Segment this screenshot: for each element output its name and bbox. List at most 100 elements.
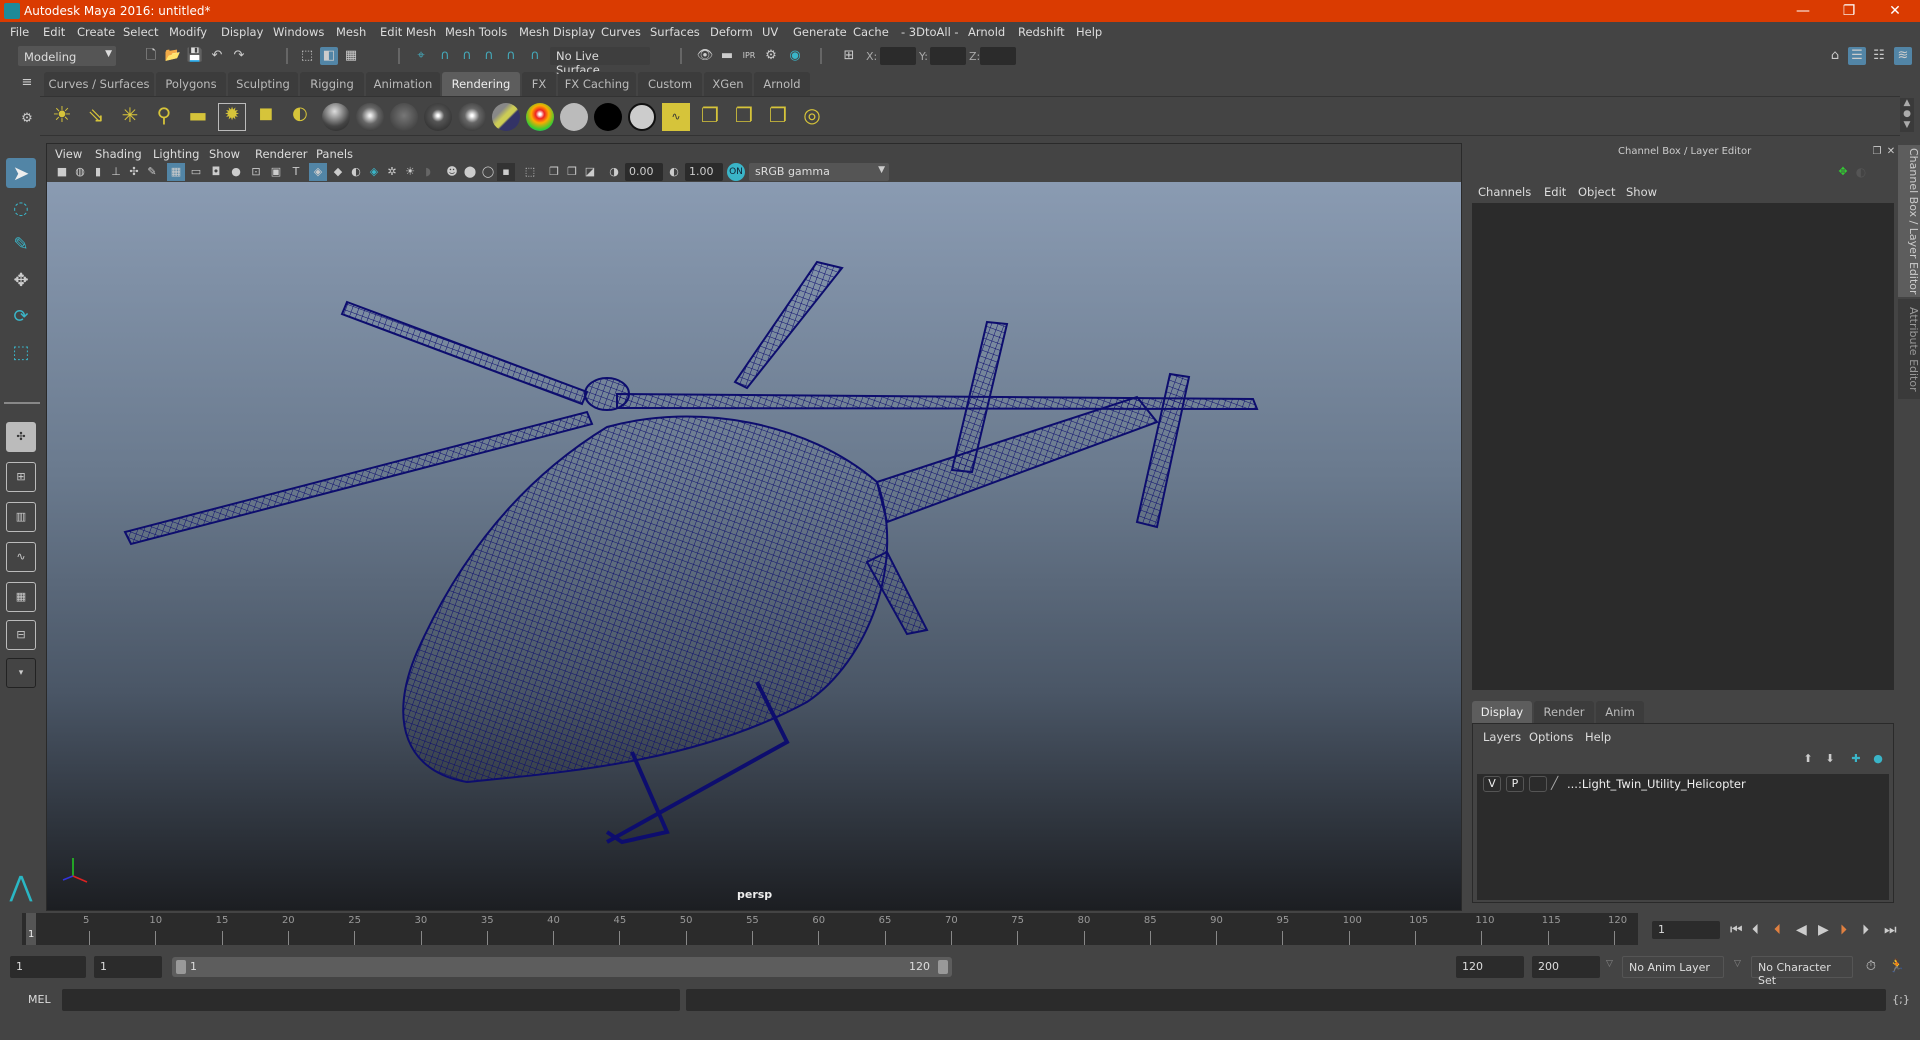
move-tool-icon[interactable]: ✥	[6, 266, 36, 296]
playback-end-field[interactable]: 120	[1456, 956, 1524, 978]
film-gate-icon[interactable]: ▭	[187, 163, 205, 181]
range-end-handle[interactable]	[938, 960, 948, 974]
character-set-dropdown[interactable]: No Character Set	[1751, 956, 1853, 987]
scale-tool-icon[interactable]: ⬚	[6, 338, 36, 368]
single-perspective-layout-icon[interactable]: ✣	[6, 422, 36, 452]
animation-end-field[interactable]: 200	[1532, 956, 1600, 978]
layer-menu-options[interactable]: Options	[1529, 730, 1573, 744]
menu-edit[interactable]: Edit	[43, 25, 65, 39]
close-button[interactable]: ✕	[1872, 0, 1918, 22]
shelf-scroll-arrows[interactable]: ▲ ● ▼	[1900, 98, 1914, 132]
layer-tab-display[interactable]: Display	[1472, 701, 1532, 723]
point-light-icon[interactable]: ✳	[116, 103, 144, 131]
menu-modify[interactable]: Modify	[169, 25, 207, 39]
use-textures-icon[interactable]: ✲	[383, 163, 401, 181]
screen-space-ao-icon[interactable]: ☻	[443, 163, 461, 181]
play-forwards-icon[interactable]: ▶	[1818, 922, 1829, 938]
snap-to-curve-icon[interactable]: ∩	[436, 47, 454, 65]
step-forward-frame-icon[interactable]: ⏵	[1862, 922, 1869, 938]
shelf-tab-fx-caching[interactable]: FX Caching	[558, 72, 636, 96]
step-back-frame-icon[interactable]: ⏴	[1752, 922, 1759, 938]
restore-button[interactable]: ❐	[1826, 0, 1872, 22]
playback-start-field[interactable]: 1	[94, 956, 162, 978]
select-tool-icon[interactable]: ➤	[6, 158, 36, 188]
tool-settings-toggle-icon[interactable]: ☷	[1870, 47, 1888, 65]
gamma-field[interactable]: 1.00	[685, 163, 723, 181]
select-objects-illuminated-icon[interactable]: ◎	[798, 103, 826, 131]
light-manipulator-icon[interactable]: ◼	[252, 103, 280, 131]
menu-surfaces[interactable]: Surfaces	[650, 25, 700, 39]
snap-to-point-icon[interactable]: ∩	[458, 47, 476, 65]
modeling-toolkit-icon[interactable]: ⌂	[1826, 47, 1844, 65]
select-by-component-icon[interactable]: ▦	[342, 47, 360, 65]
persp-outliner-layout-icon[interactable]: ▥	[6, 502, 36, 532]
menu-create[interactable]: Create	[77, 25, 115, 39]
layer-menu-help[interactable]: Help	[1585, 730, 1611, 744]
gamma-icon[interactable]: ◐	[665, 163, 683, 181]
channelbox-menu-show[interactable]: Show	[1626, 185, 1657, 199]
layer-display-type-toggle[interactable]	[1529, 776, 1547, 792]
range-slider[interactable]: 1 120	[172, 957, 952, 977]
layer-menu-layers[interactable]: Layers	[1483, 730, 1521, 744]
snap-to-view-plane-icon[interactable]: ∩	[502, 47, 520, 65]
channel-box-toggle-icon[interactable]: ≋	[1894, 47, 1912, 65]
menu-mesh[interactable]: Mesh	[336, 25, 366, 39]
camera-attributes-icon[interactable]: ◍	[71, 163, 89, 181]
render-settings-icon[interactable]: ⚙	[762, 47, 780, 65]
exposure-icon[interactable]: ◑	[605, 163, 623, 181]
layer-tab-render[interactable]: Render	[1534, 701, 1594, 723]
menu-3dtoall[interactable]: - 3DtoAll -	[901, 25, 959, 39]
animation-preferences-icon[interactable]: 🏃	[1888, 958, 1906, 976]
phong-material-icon[interactable]	[424, 103, 452, 131]
chevron-down-icon[interactable]: ▽	[1734, 959, 1741, 969]
gate-mask-icon[interactable]: ●	[227, 163, 245, 181]
area-light-icon[interactable]: ▬	[184, 103, 212, 131]
shelf-menu-icon[interactable]: ≡	[18, 74, 36, 92]
safe-action-icon[interactable]: ▣	[267, 163, 285, 181]
viewport-menu-show[interactable]: Show	[209, 147, 240, 161]
menu-windows[interactable]: Windows	[273, 25, 324, 39]
grease-pencil-icon[interactable]: ✎	[143, 163, 161, 181]
grid-toggle-icon[interactable]: ▦	[167, 163, 185, 181]
rotate-tool-icon[interactable]: ⟳	[6, 302, 36, 332]
persp-graph-layout-icon[interactable]: ∿	[6, 542, 36, 572]
save-scene-icon[interactable]: 💾	[186, 47, 204, 65]
menu-help[interactable]: Help	[1076, 25, 1102, 39]
2d-pan-zoom-icon[interactable]: ✣	[125, 163, 143, 181]
image-plane-icon[interactable]: ⊥	[107, 163, 125, 181]
wireframe-shading-icon[interactable]: ◈	[309, 163, 327, 181]
helicopter-wireframe-model[interactable]	[47, 182, 1461, 910]
menu-redshift[interactable]: Redshift	[1018, 25, 1065, 39]
mode-selector[interactable]: Modeling ▼	[18, 46, 116, 66]
safe-title-icon[interactable]: T	[287, 163, 305, 181]
motion-blur-icon[interactable]: ⬤	[461, 163, 479, 181]
make-light-link-icon[interactable]: ❐	[730, 103, 758, 131]
new-scene-icon[interactable]: 🗋	[142, 47, 160, 65]
layered-shader-icon[interactable]	[492, 103, 520, 131]
render-sequence-icon[interactable]: ∿	[662, 103, 690, 131]
hypershade-persp-layout-icon[interactable]: ▦	[6, 582, 36, 612]
use-all-lights-icon[interactable]: ☀	[401, 163, 419, 181]
viewport-menu-view[interactable]: View	[55, 147, 82, 161]
shelf-tab-arnold[interactable]: Arnold	[754, 72, 810, 96]
viewport-menu-lighting[interactable]: Lighting	[153, 147, 199, 161]
shelf-tab-xgen[interactable]: XGen	[704, 72, 752, 96]
layer-name[interactable]: ...:Light_Twin_Utility_Helicopter	[1567, 777, 1746, 791]
menu-display[interactable]: Display	[221, 25, 263, 39]
time-slider-track[interactable]: 1 5 10 15 20 25 30 35 40 45 50 55 60 65 70 75 80 85 90 95 1…	[22, 913, 1638, 945]
phonge-material-icon[interactable]	[458, 103, 486, 131]
transform-mode-icon[interactable]: ⊞	[840, 47, 858, 65]
current-frame-field[interactable]: 1	[1652, 921, 1720, 939]
shelf-tab-polygons[interactable]: Polygons	[156, 72, 226, 96]
undo-icon[interactable]: ↶	[208, 47, 226, 65]
menu-select[interactable]: Select	[123, 25, 158, 39]
surface-shader-black-icon[interactable]	[594, 103, 622, 131]
camera-select-icon[interactable]: ■	[53, 163, 71, 181]
ipr-render-icon[interactable]: IPR	[740, 47, 758, 65]
current-time-marker[interactable]: 1	[26, 913, 36, 945]
resolution-gate-icon[interactable]: ◘	[207, 163, 225, 181]
layer-visibility-toggle[interactable]: V	[1483, 776, 1501, 792]
3d-viewport[interactable]: persp	[47, 182, 1461, 910]
range-start-handle[interactable]	[176, 960, 186, 974]
render-view-icon[interactable]: 👁	[696, 47, 714, 65]
